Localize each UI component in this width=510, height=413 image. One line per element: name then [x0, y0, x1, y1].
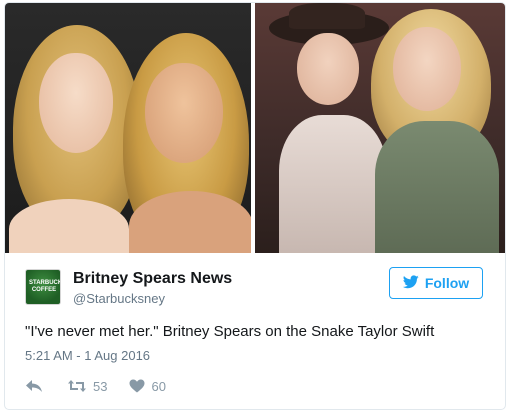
reply-button[interactable] [25, 379, 43, 393]
like-count: 60 [151, 378, 166, 394]
tweet-actions: 53 60 [25, 377, 166, 395]
tweet-card: STARBUCKS COFFEE Britney Spears News @St… [4, 2, 506, 410]
reply-icon [25, 379, 43, 393]
tweet-text: "I've never met her." Britney Spears on … [25, 323, 435, 340]
follow-label: Follow [424, 275, 470, 291]
tweet-timestamp[interactable]: 5:21 AM - 1 Aug 2016 [25, 348, 150, 363]
retweet-button[interactable]: 53 [67, 379, 107, 394]
tweet-media[interactable] [5, 3, 505, 253]
retweet-icon [67, 379, 87, 393]
author-handle[interactable]: @Starbucksney [73, 291, 165, 306]
avatar[interactable]: STARBUCKS COFFEE [25, 269, 61, 305]
author-name[interactable]: Britney Spears News [73, 270, 232, 288]
retweet-count: 53 [93, 378, 108, 394]
avatar-logo-text: STARBUCKS COFFEE [29, 280, 60, 293]
heart-icon [129, 379, 145, 393]
twitter-bird-icon [402, 274, 419, 292]
follow-button[interactable]: Follow [389, 267, 483, 299]
like-button[interactable]: 60 [129, 378, 166, 394]
photo-right[interactable] [255, 3, 505, 253]
photo-left[interactable] [5, 3, 251, 253]
